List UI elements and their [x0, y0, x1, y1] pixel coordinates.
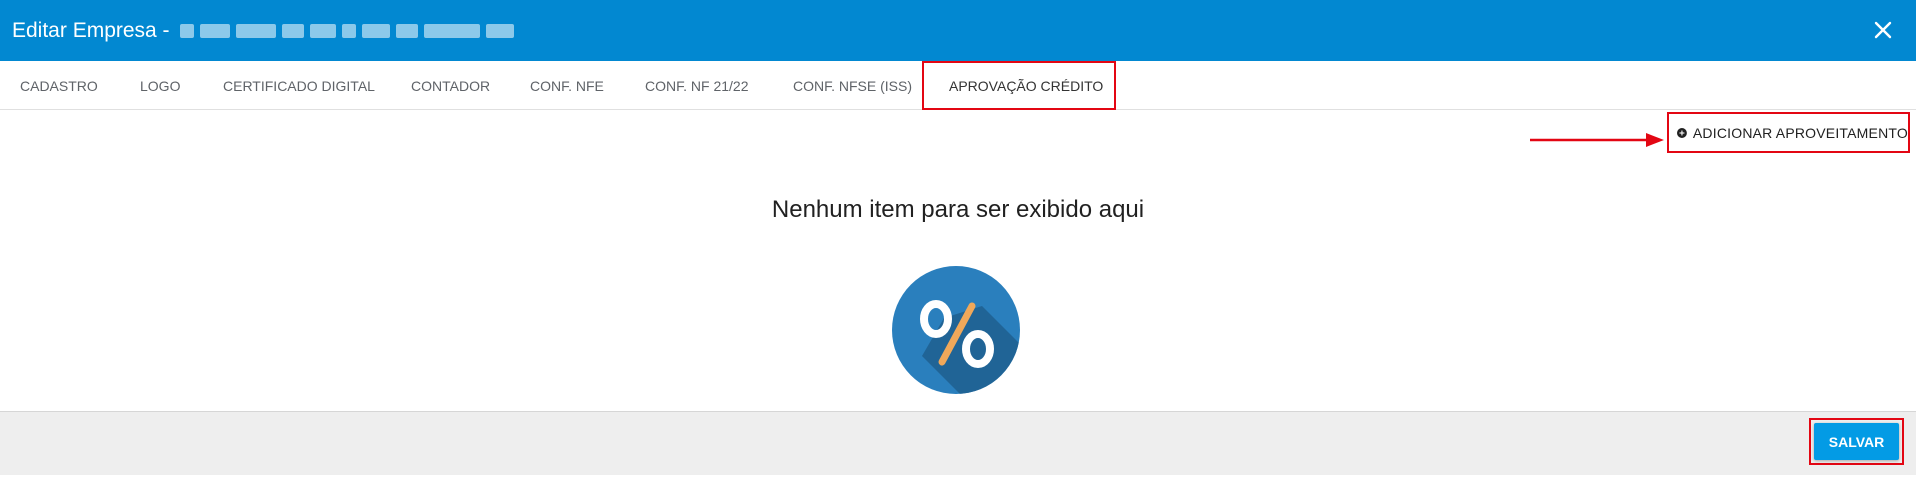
tab-conf-nf-21-22[interactable]: CONF. NF 21/22 — [645, 61, 748, 110]
empty-state-message: Nenhum item para ser exibido aqui — [771, 196, 1145, 223]
tab-certificado-digital[interactable]: CERTIFICADO DIGITAL — [223, 61, 375, 110]
dialog-footer — [0, 411, 1916, 475]
plus-circle-icon — [1677, 127, 1687, 138]
percent-icon — [892, 266, 1020, 394]
edit-company-dialog: Editar Empresa - CADASTRO LOGO CERTIFICA… — [0, 0, 1916, 484]
dialog-header: Editar Empresa - — [0, 0, 1916, 61]
save-button[interactable]: SALVAR — [1814, 423, 1899, 460]
close-icon — [1874, 21, 1892, 39]
tab-conf-nfe[interactable]: CONF. NFE — [530, 61, 604, 110]
redacted-company-name — [179, 19, 514, 43]
tab-conf-nfse-iss[interactable]: CONF. NFSE (ISS) — [793, 61, 912, 110]
tab-cadastro[interactable]: CADASTRO — [20, 61, 98, 110]
add-button-label: ADICIONAR APROVEITAMENTO — [1692, 124, 1908, 141]
arrow-right-icon — [1530, 133, 1664, 147]
tab-logo[interactable]: LOGO — [140, 61, 180, 110]
tab-contador[interactable]: CONTADOR — [411, 61, 490, 110]
close-button[interactable] — [1868, 15, 1898, 45]
tab-highlight-box — [922, 61, 1116, 110]
add-aproveitamento-button[interactable]: ADICIONAR APROVEITAMENTO — [1667, 112, 1910, 153]
dialog-title: Editar Empresa - — [12, 18, 170, 42]
